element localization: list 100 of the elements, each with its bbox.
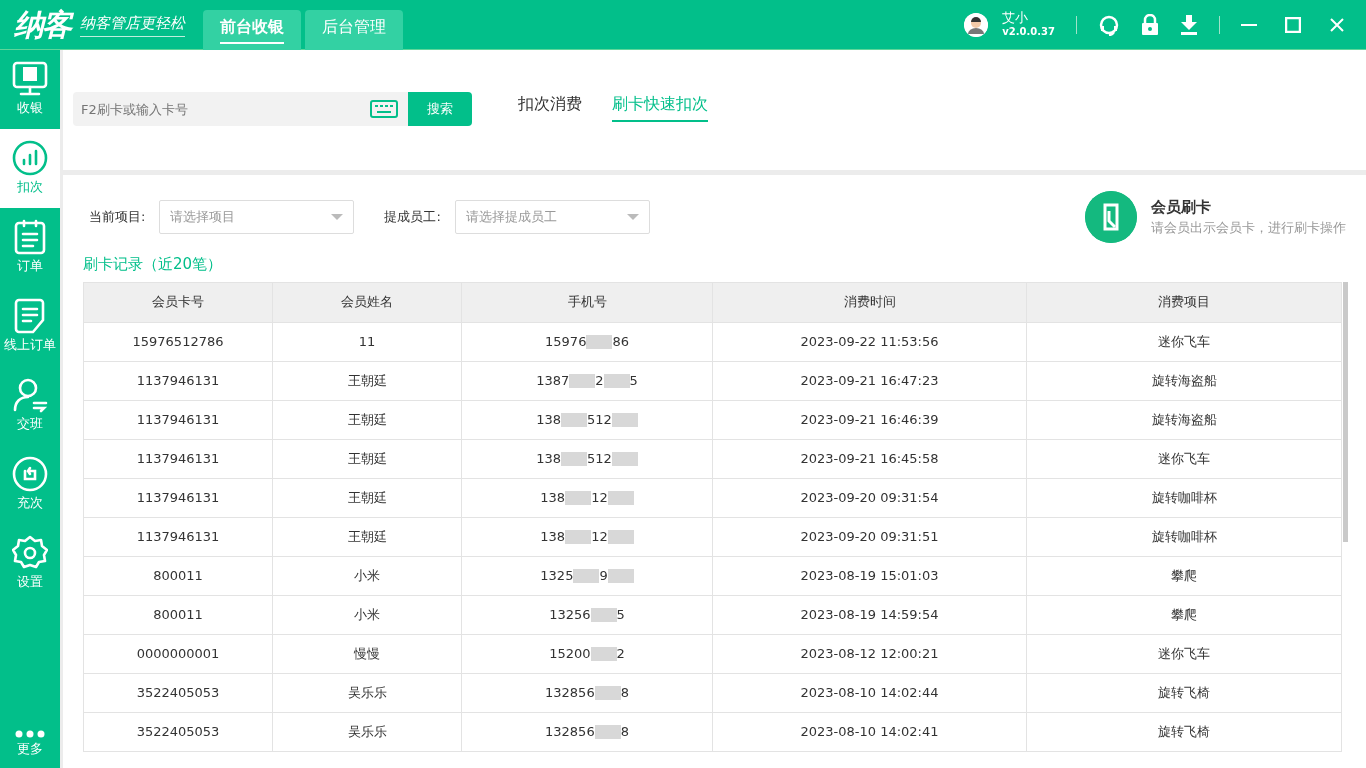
document-icon <box>13 298 47 335</box>
table-cell: 1137946131 <box>83 361 273 400</box>
mode-tab[interactable]: 刷卡快速扣次 <box>612 92 708 122</box>
prompt-hint: 请会员出示会员卡，进行刷卡操作 <box>1151 218 1346 237</box>
table-cell: 132856 8 <box>461 673 713 712</box>
table-cell: 15976 86 <box>461 322 713 361</box>
lock-button[interactable] <box>1141 13 1159 36</box>
table-cell: 小米 <box>272 595 462 634</box>
mode-tab[interactable]: 扣次消费 <box>518 92 582 122</box>
download-icon <box>1180 14 1198 35</box>
section-title: 刷卡记录（近20笔） <box>83 254 224 275</box>
app-slogan: 纳客管店更轻松 <box>80 11 185 38</box>
table-cell: 旋转海盗船 <box>1026 400 1342 439</box>
table-cell: 2023-09-21 16:46:39 <box>712 400 1027 439</box>
table-cell: 王朝廷 <box>272 361 462 400</box>
table-cell: 王朝廷 <box>272 478 462 517</box>
table-cell: 迷你飞车 <box>1026 439 1342 478</box>
table-cell: 王朝廷 <box>272 517 462 556</box>
table-cell: 小米 <box>272 556 462 595</box>
table-cell: 138 12 <box>461 478 713 517</box>
table-cell: 2023-08-12 12:00:21 <box>712 634 1027 673</box>
clipboard-icon <box>13 219 47 256</box>
table-cell: 2023-09-20 09:31:51 <box>712 517 1027 556</box>
table-cell: 王朝廷 <box>272 400 462 439</box>
table-cell: 2023-08-10 14:02:44 <box>712 673 1027 712</box>
filter-label: 提成员工: <box>384 208 441 227</box>
table-cell: 800011 <box>83 556 273 595</box>
search-button[interactable]: 搜索 <box>408 92 472 126</box>
prompt-title: 会员刷卡 <box>1151 197 1212 219</box>
sidebar-item[interactable]: 设置 <box>0 524 60 603</box>
select-field[interactable]: 请选择项目 <box>159 200 355 234</box>
filter-label: 当前项目: <box>89 208 146 227</box>
table-cell: 3522405053 <box>83 673 273 712</box>
more-icon <box>15 729 45 738</box>
table-cell: 15200 2 <box>461 634 713 673</box>
close-button[interactable] <box>1329 16 1345 33</box>
minimize-button[interactable] <box>1241 23 1257 26</box>
table-cell: 3522405053 <box>83 712 273 751</box>
table-cell: 1137946131 <box>83 478 273 517</box>
table-cell: 攀爬 <box>1026 595 1342 634</box>
table-cell: 800011 <box>83 595 273 634</box>
table-cell: 1137946131 <box>83 439 273 478</box>
column-header: 消费项目 <box>1026 282 1342 322</box>
table-cell: 旋转飞椅 <box>1026 673 1342 712</box>
caret-icon <box>331 214 344 220</box>
table-cell: 2023-09-20 09:31:54 <box>712 478 1027 517</box>
user-name: 艾小 <box>1002 11 1030 25</box>
table-cell: 迷你飞车 <box>1026 322 1342 361</box>
table-cell: 138 12 <box>461 517 713 556</box>
headset-icon <box>1098 13 1120 36</box>
sidebar-item[interactable]: 线上订单 <box>0 287 60 366</box>
top-tab[interactable]: 后台管理 <box>305 9 403 50</box>
table-cell: 王朝廷 <box>272 439 462 478</box>
table-cell: 旋转海盗船 <box>1026 361 1342 400</box>
table-cell: 138 512 <box>461 400 713 439</box>
download-button[interactable] <box>1180 14 1198 35</box>
table-cell: 旋转咖啡杯 <box>1026 478 1342 517</box>
table-cell: 138 512 <box>461 439 713 478</box>
lock-icon <box>1141 13 1159 36</box>
chart-icon <box>12 140 48 177</box>
maximize-button[interactable] <box>1285 16 1301 33</box>
table-cell: 0000000001 <box>83 634 273 673</box>
recharge-icon <box>12 456 48 493</box>
table-cell: 1325 9 <box>461 556 713 595</box>
table-cell: 2023-08-19 15:01:03 <box>712 556 1027 595</box>
table-cell: 攀爬 <box>1026 556 1342 595</box>
sidebar-item[interactable]: 收银 <box>0 50 60 129</box>
select-field[interactable]: 请选择提成员工 <box>454 200 650 234</box>
table-cell: 11 <box>272 322 462 361</box>
table-cell: 2023-08-19 14:59:54 <box>712 595 1027 634</box>
search-field[interactable]: F2刷卡或输入卡号 <box>73 92 408 126</box>
sidebar-item[interactable]: 订单 <box>0 208 60 287</box>
table-cell: 吴乐乐 <box>272 712 462 751</box>
sidebar-item[interactable]: 交班 <box>0 366 60 445</box>
close-icon <box>1329 16 1345 33</box>
table-cell: 132856 8 <box>461 712 713 751</box>
sidebar-item[interactable]: 充次 <box>0 445 60 524</box>
table-cell: 13256 5 <box>461 595 713 634</box>
table-cell: 迷你飞车 <box>1026 634 1342 673</box>
keyboard-icon[interactable] <box>370 100 398 118</box>
column-header: 会员姓名 <box>272 282 462 322</box>
sidebar-item[interactable]: 更多 <box>0 720 60 768</box>
avatar-icon <box>964 12 989 37</box>
scrollbar[interactable] <box>1343 281 1348 542</box>
maximize-icon <box>1285 16 1301 33</box>
table-cell: 2023-09-21 16:47:23 <box>712 361 1027 400</box>
top-tab[interactable]: 前台收银 <box>203 9 301 50</box>
sidebar-item[interactable]: 扣次 <box>0 129 60 208</box>
table-cell: 1137946131 <box>83 517 273 556</box>
caret-icon <box>626 214 639 220</box>
table-cell: 2023-09-21 16:45:58 <box>712 439 1027 478</box>
app-logo: 纳客 <box>0 2 80 47</box>
table-cell: 2023-08-10 14:02:41 <box>712 712 1027 751</box>
table-cell: 15976512786 <box>83 322 273 361</box>
monitor-icon <box>12 61 48 98</box>
table-cell: 1387 2 5 <box>461 361 713 400</box>
table-cell: 吴乐乐 <box>272 673 462 712</box>
support-button[interactable] <box>1098 13 1120 36</box>
table-cell: 旋转飞椅 <box>1026 712 1342 751</box>
app-version: v2.0.0.37 <box>1002 25 1055 38</box>
